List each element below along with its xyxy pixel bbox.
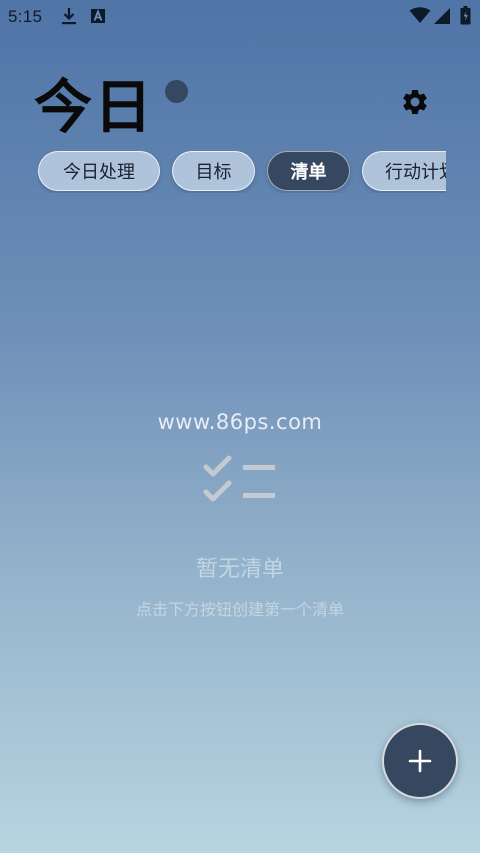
wifi-icon [409,7,431,28]
empty-state-subtitle: 点击下方按钮创建第一个清单 [135,600,344,619]
status-dot [165,80,188,103]
tab-bar: 今日处理 目标 清单 行动计划 [38,151,446,193]
settings-button[interactable] [400,87,430,117]
tab-checklist[interactable]: 清单 [267,151,350,191]
font-a-icon [90,8,106,28]
signal-icon [434,8,451,28]
tab-today[interactable]: 今日处理 [38,151,160,191]
tab-action-plan[interactable]: 行动计划 [362,151,446,191]
download-icon [60,6,78,30]
empty-state-title: 暂无清单 [195,557,284,582]
status-bar: 5:15 [0,0,480,32]
add-checklist-button[interactable] [382,723,458,799]
checklist-icon [203,455,278,509]
page-title: 今日 [34,73,155,141]
status-time: 5:15 [8,7,43,26]
tab-goals[interactable]: 目标 [172,151,255,191]
plus-icon [408,749,432,773]
watermark: www.86ps.com [157,410,323,434]
gear-icon [403,89,427,114]
battery-icon [460,6,471,29]
